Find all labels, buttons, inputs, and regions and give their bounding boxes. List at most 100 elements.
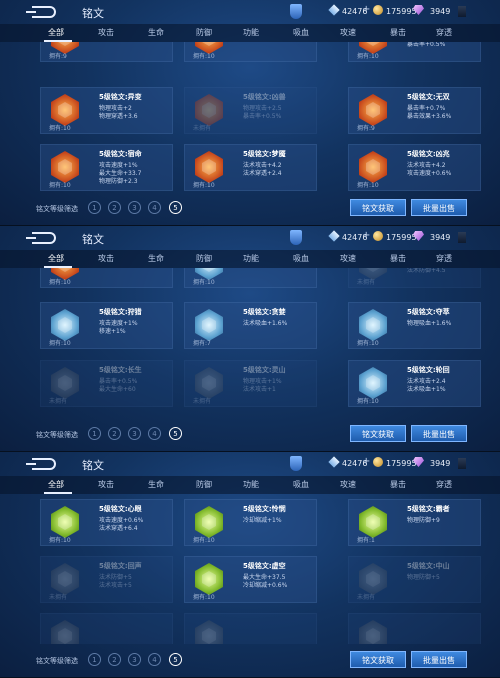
add-diamond-icon[interactable]: + [362,230,370,241]
shield-icon[interactable] [290,4,302,19]
owned-count: 拥有:10 [49,125,71,132]
inscription-card[interactable]: 拥有:10 5级铭文:凶兆 法术攻击+4.2 攻击速度+0.6% [348,144,481,191]
inscription-card[interactable] [40,613,173,644]
level-filter-5[interactable]: 5 [169,653,182,666]
level-filter-5[interactable]: 5 [169,201,182,214]
level-filter-1[interactable]: 1 [88,201,101,214]
inscription-card[interactable]: 拥有:10 5级铭文:虚空 最大生命+37.5 冷却缩减+0.6% [184,556,317,603]
inscription-card[interactable]: 拥有:10 5级铭文:轮回 法术攻击+2.4 法术吸血+1% [348,360,481,407]
level-filter-4[interactable]: 4 [148,201,161,214]
inscription-stat: 移速+1% [99,328,126,335]
level-filter-2[interactable]: 2 [108,201,121,214]
back-icon[interactable] [26,232,56,244]
inscription-card[interactable]: 拥有:9 5级铭文:无双 暴击率+0.7% 暴击效果+3.6% [348,87,481,134]
tab-5[interactable]: 吸血 [293,479,309,490]
inscription-card[interactable] [348,613,481,644]
tab-0[interactable]: 全部 [48,253,64,264]
back-icon[interactable] [26,6,56,18]
tab-4[interactable]: 功能 [243,479,259,490]
tab-6[interactable]: 攻速 [340,27,356,38]
inscription-card[interactable]: 拥有:10 5级铭文:狩猎 攻击速度+1% 移速+1% [40,302,173,349]
owned-count: 拥有:10 [193,182,215,189]
tab-7[interactable]: 暴击 [390,27,406,38]
level-filter-3[interactable]: 3 [128,201,141,214]
level-filter-2[interactable]: 2 [108,653,121,666]
inscription-stat: 物理吸血+1.6% [407,320,452,327]
owned-count: 未拥有 [357,594,376,601]
batch-sell-button[interactable]: 批量出售 [411,425,467,442]
inscription-card[interactable]: 拥有:10 5级铭文:宿命 攻击速度+1% 最大生命+33.7 物理防御+2.3 [40,144,173,191]
tab-8[interactable]: 穿透 [436,253,452,264]
coin-icon [373,5,383,15]
inscription-card[interactable] [184,613,317,644]
inscription-card[interactable]: 拥有:9物理攻击+3.2 [40,42,173,62]
owned-count: 拥有:10 [193,594,215,601]
inscription-card[interactable]: 未拥有 5级铭文:回声 法术防御+5 法术攻击+5 [40,556,173,603]
inscription-card[interactable]: 拥有:1 5级铭文:霸者 物理防御+9 [348,499,481,546]
batch-sell-button[interactable]: 批量出售 [411,199,467,216]
tab-2[interactable]: 生命 [148,27,164,38]
inscription-card[interactable]: 拥有:10 5级铭文:怜悯 冷却缩减+1% [184,499,317,546]
inscription-card[interactable]: 拥有:10暴击伤害+1.6%暴击率+0.5% [348,42,481,62]
inscription-card[interactable]: 拥有:10法术攻击+5.3 [184,42,317,62]
add-diamond-icon[interactable]: + [362,4,370,15]
inscription-card[interactable]: 未拥有 5级铭文:灵山 物理攻击+1% 法术攻击+1 [184,360,317,407]
tab-0[interactable]: 全部 [48,27,64,38]
inscription-card[interactable]: 未拥有 5级铭文:中山 物理防御+5 [348,556,481,603]
get-inscription-button[interactable]: 铭文获取 [350,199,406,216]
level-filter-5[interactable]: 5 [169,427,182,440]
inscription-card[interactable]: 未拥有最大生命+60法术防御+4.5 [348,268,481,288]
tab-0[interactable]: 全部 [48,479,64,490]
owned-count: 未拥有 [49,594,68,601]
tab-7[interactable]: 暴击 [390,479,406,490]
owned-count: 未拥有 [49,398,68,405]
tab-8[interactable]: 穿透 [436,27,452,38]
tab-2[interactable]: 生命 [148,479,164,490]
inscription-card[interactable]: 拥有:10 5级铭文:异变 物理攻击+2 物理穿透+3.6 [40,87,173,134]
get-inscription-button[interactable]: 铭文获取 [350,651,406,668]
tab-5[interactable]: 吸血 [293,27,309,38]
level-filter-1[interactable]: 1 [88,653,101,666]
shield-icon[interactable] [290,456,302,471]
level-filter-1[interactable]: 1 [88,427,101,440]
level-filter-2[interactable]: 2 [108,427,121,440]
shield-icon[interactable] [290,230,302,245]
level-filter-4[interactable]: 4 [148,653,161,666]
tab-2[interactable]: 生命 [148,253,164,264]
inscription-icon [195,94,223,126]
tab-6[interactable]: 攻速 [340,479,356,490]
inscription-card[interactable]: 拥有:10 5级铭文:梦魇 法术攻击+4.2 法术穿透+2.4 [184,144,317,191]
owned-count: 拥有:10 [49,340,71,347]
add-diamond-icon[interactable]: + [362,456,370,467]
inscription-card[interactable]: 拥有:10暴击率+1.6% [40,268,173,288]
inscription-icon [195,367,223,399]
level-filter-3[interactable]: 3 [128,653,141,666]
inscription-card[interactable]: 拥有:10 5级铭文:夺萃 物理吸血+1.6% [348,302,481,349]
tab-1[interactable]: 攻击 [98,479,114,490]
tab-1[interactable]: 攻击 [98,27,114,38]
batch-sell-button[interactable]: 批量出售 [411,651,467,668]
inscription-card[interactable]: 拥有:7 5级铭文:贪婪 法术吸血+1.6% [184,302,317,349]
tab-3[interactable]: 防御 [196,479,212,490]
tab-8[interactable]: 穿透 [436,479,452,490]
inscription-card[interactable]: 未拥有 5级铭文:长生 暴击率+0.5% 最大生命+60 [40,360,173,407]
tab-5[interactable]: 吸血 [293,253,309,264]
tab-6[interactable]: 攻速 [340,253,356,264]
inscription-card[interactable]: 拥有:10 5级铭文:心眼 攻击速度+0.6% 法术穿透+6.4 [40,499,173,546]
level-filter-3[interactable]: 3 [128,427,141,440]
inscription-card[interactable]: 拥有:10最大生命+75 [184,268,317,288]
tab-1[interactable]: 攻击 [98,253,114,264]
tab-4[interactable]: 功能 [243,253,259,264]
back-icon[interactable] [26,458,56,470]
coin-count: 175995 [386,7,417,16]
coin-count: 175995 [386,233,417,242]
inscription-stat: 暴击率+0.5% [243,113,282,120]
get-inscription-button[interactable]: 铭文获取 [350,425,406,442]
tab-7[interactable]: 暴击 [390,253,406,264]
tab-3[interactable]: 防御 [196,27,212,38]
level-filter-4[interactable]: 4 [148,427,161,440]
tab-3[interactable]: 防御 [196,253,212,264]
inscription-card[interactable]: 未拥有 5级铭文:凶兽 物理攻击+2.5 暴击率+0.5% [184,87,317,134]
tab-4[interactable]: 功能 [243,27,259,38]
gem-count: 3949 [430,233,451,242]
